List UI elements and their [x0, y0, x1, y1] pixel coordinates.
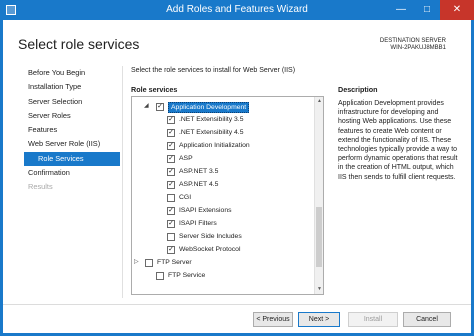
tree-row-label: ISAPI Filters	[179, 220, 217, 227]
checkbox-asp[interactable]: ✓	[167, 154, 175, 163]
nav-item-installation-type[interactable]: Installation Type	[24, 80, 120, 94]
footer-divider	[3, 304, 471, 305]
tree-row-label: FTP Service	[168, 272, 206, 279]
nav-item-before-you-begin[interactable]: Before You Begin	[24, 66, 120, 80]
checkbox-ftp-service[interactable]	[156, 271, 164, 280]
destination-server-label: DESTINATION SERVER	[379, 38, 446, 44]
checkbox-websocket[interactable]: ✓	[167, 245, 175, 254]
close-button[interactable]: ✕	[440, 0, 474, 20]
nav-item-server-selection[interactable]: Server Selection	[24, 95, 120, 109]
nav-item-confirmation[interactable]: Confirmation	[24, 166, 120, 180]
title-bar: Add Roles and Features Wizard — □ ✕	[0, 0, 474, 20]
checkbox-net-ext-45[interactable]: ✓	[167, 128, 175, 137]
tree-row-label: ISAPI Extensions	[179, 207, 232, 214]
checkbox-app-init[interactable]: ✓	[167, 141, 175, 150]
role-services-tree[interactable]: ◢ ✓ Application Development ✓ .NET Exten…	[131, 96, 324, 295]
checkbox-aspnet-45[interactable]: ✓	[167, 180, 175, 189]
check-icon: ✓	[168, 141, 174, 149]
checkbox-ssi[interactable]	[167, 232, 175, 241]
description-text: Application Development provides infrast…	[338, 100, 458, 181]
nav-item-results: Results	[28, 182, 53, 192]
check-icon: ✓	[168, 115, 174, 123]
nav-item-features[interactable]: Features	[24, 123, 120, 137]
expand-icon[interactable]: ◢	[144, 101, 149, 112]
collapse-icon[interactable]: ▷	[134, 257, 139, 268]
destination-server-name: WIN-2PAKUJ8MBB1	[390, 45, 446, 51]
cancel-button[interactable]: Cancel	[403, 312, 451, 327]
tree-row-label: Server Side Includes	[179, 233, 242, 240]
tree-scrollbar[interactable]: ▲ ▼	[314, 97, 323, 294]
nav-divider	[122, 66, 123, 298]
wizard-nav: Before You Begin Installation Type Serve…	[24, 66, 120, 195]
tree-row-label: WebSocket Protocol	[179, 246, 241, 253]
tree-row-label: FTP Server	[157, 259, 192, 266]
scroll-down-icon[interactable]: ▼	[315, 285, 323, 294]
nav-item-server-roles[interactable]: Server Roles	[24, 109, 120, 123]
page-title: Select role services	[18, 36, 140, 52]
check-icon: ✓	[168, 128, 174, 136]
checkbox-application-development[interactable]: ✓	[156, 102, 164, 111]
instruction-text: Select the role services to install for …	[131, 67, 296, 74]
check-icon: ✓	[168, 154, 174, 162]
tree-row-label: ASP	[179, 155, 193, 162]
install-button: Install	[348, 312, 398, 327]
check-icon: ✓	[168, 167, 174, 175]
tree-row-label: Application Initialization	[179, 142, 250, 149]
checkbox-isapi-filters[interactable]: ✓	[167, 219, 175, 228]
nav-item-role-services[interactable]: Role Services	[24, 151, 120, 167]
tree-row-label: .NET Extensibility 3.5	[179, 116, 244, 123]
check-icon: ✓	[168, 180, 174, 188]
role-services-header: Role services	[131, 85, 178, 94]
next-button[interactable]: Next >	[298, 312, 340, 327]
scroll-thumb[interactable]	[316, 207, 322, 267]
maximize-button[interactable]: □	[414, 0, 440, 20]
description-header: Description	[338, 85, 378, 94]
tree-row-label: ASP.NET 4.5	[179, 181, 219, 188]
checkbox-isapi-extensions[interactable]: ✓	[167, 206, 175, 215]
checkbox-ftp-server[interactable]	[145, 258, 153, 267]
tree-row-label: ASP.NET 3.5	[179, 168, 219, 175]
tree-row-label: CGI	[179, 194, 192, 201]
scroll-up-icon[interactable]: ▲	[315, 97, 323, 106]
tree-row-label: .NET Extensibility 4.5	[179, 129, 244, 136]
previous-button[interactable]: < Previous	[253, 312, 293, 327]
minimize-button[interactable]: —	[388, 0, 414, 20]
check-icon: ✓	[168, 206, 174, 214]
checkbox-cgi[interactable]	[167, 193, 175, 202]
checkbox-aspnet-35[interactable]: ✓	[167, 167, 175, 176]
checkbox-net-ext-35[interactable]: ✓	[167, 115, 175, 124]
check-icon: ✓	[157, 102, 163, 110]
tree-row-label: Application Development	[168, 102, 250, 113]
nav-item-web-server-role[interactable]: Web Server Role (IIS)	[24, 137, 120, 151]
check-icon: ✓	[168, 219, 174, 227]
check-icon: ✓	[168, 245, 174, 253]
